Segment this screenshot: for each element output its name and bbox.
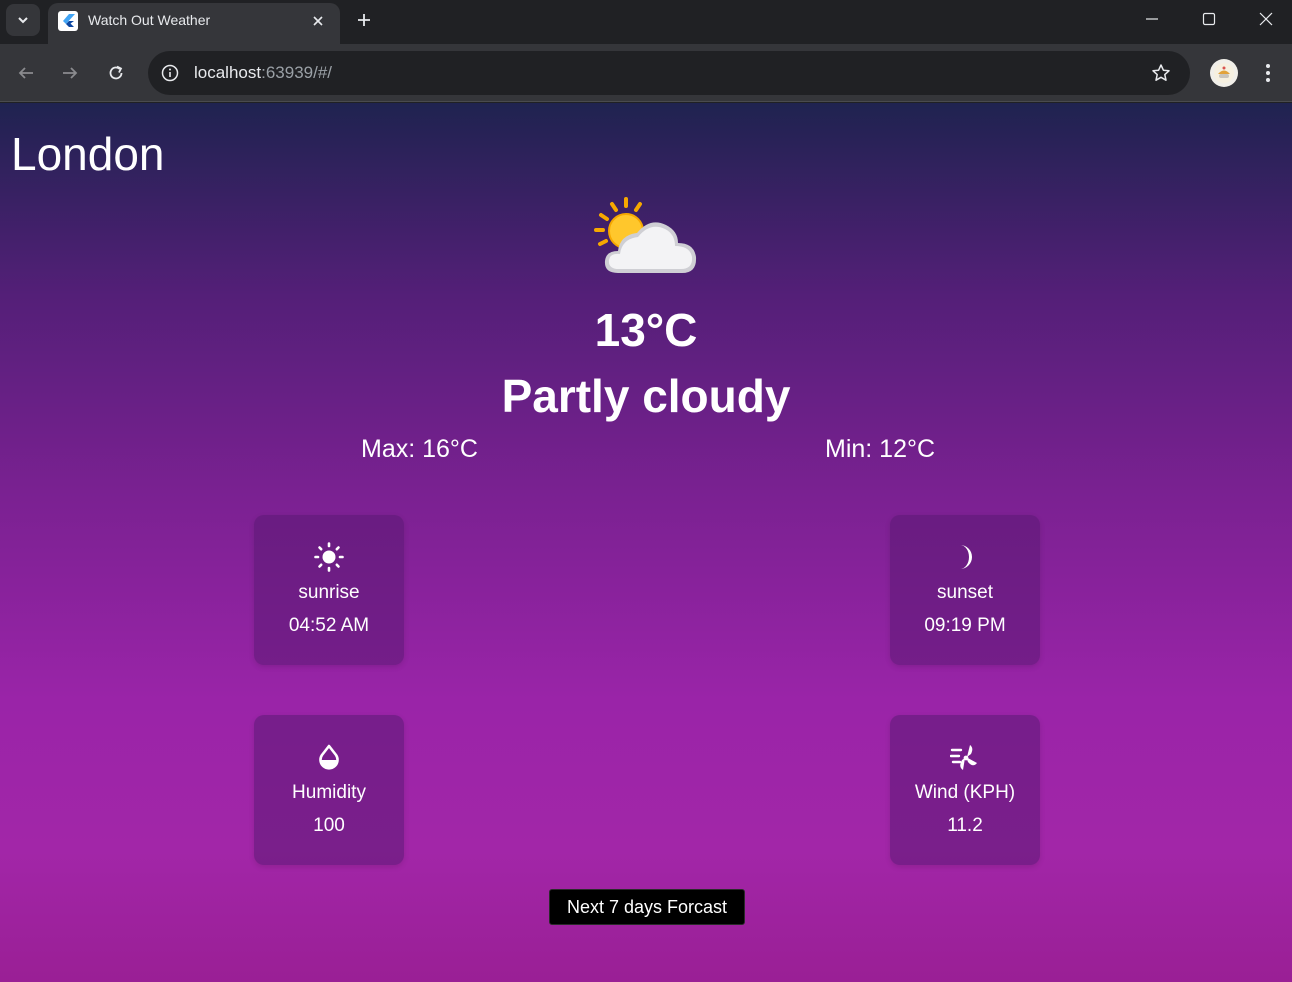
water-drop-icon: [319, 744, 339, 770]
current-temperature: 13°C: [594, 304, 698, 356]
close-icon: [313, 16, 323, 26]
wind-label: Wind (KPH): [914, 782, 1016, 803]
reload-icon: [109, 65, 123, 80]
humidity-card: Humidity 100: [254, 715, 404, 865]
maximize-icon: [1202, 12, 1216, 26]
url-path: :63939/#/: [261, 63, 333, 82]
browser-menu-button[interactable]: [1254, 58, 1282, 88]
max-temperature: Max: 16°C: [361, 435, 478, 463]
sunset-time: 09:19 PM: [924, 615, 1006, 636]
bookmark-star-icon[interactable]: [1148, 60, 1174, 86]
url-host: localhost: [194, 63, 262, 82]
weather-condition: Partly cloudy: [501, 370, 791, 422]
info-icon[interactable]: [158, 61, 182, 85]
reload-button[interactable]: [100, 57, 132, 89]
url-text[interactable]: localhost:63939/#/: [194, 63, 332, 83]
min-temperature: Min: 12°C: [825, 435, 936, 463]
minimize-icon: [1146, 18, 1158, 20]
close-icon: [1259, 12, 1273, 26]
forward-button[interactable]: [54, 57, 86, 89]
sunrise-time: 04:52 AM: [288, 615, 370, 636]
minimize-button[interactable]: [1124, 0, 1180, 38]
sunrise-label: sunrise: [298, 582, 360, 603]
wind-icon: [950, 745, 977, 770]
avatar-icon: [1214, 63, 1234, 83]
back-button[interactable]: [10, 57, 42, 89]
browser-toolbar: localhost:63939/#/: [0, 44, 1292, 102]
sunrise-card: sunrise 04:52 AM: [254, 515, 404, 665]
flutter-logo-icon: [58, 11, 78, 31]
next-7-days-forecast-button[interactable]: Next 7 days Forcast: [549, 889, 745, 925]
browser-tab[interactable]: Watch Out Weather: [48, 3, 340, 44]
plus-icon: [358, 14, 370, 26]
wind-speed: 11.2: [947, 815, 983, 836]
address-bar[interactable]: localhost:63939/#/: [148, 51, 1190, 95]
sunset-label: sunset: [937, 582, 993, 603]
wind-card: Wind (KPH) 11.2: [890, 715, 1040, 865]
humidity-label: Humidity: [292, 782, 366, 803]
more-vert-icon: [1266, 64, 1270, 82]
chevron-down-icon: [18, 17, 28, 24]
tab-close-button[interactable]: [306, 9, 330, 33]
partly-cloudy-icon: [594, 197, 697, 273]
sunset-card: sunset 09:19 PM: [890, 515, 1040, 665]
sun-icon: [314, 542, 344, 572]
maximize-button[interactable]: [1181, 0, 1237, 38]
browser-tab-bar: Watch Out Weather: [0, 0, 1292, 44]
city-name: London: [11, 128, 165, 180]
weather-app: London 13°C Partly cloudy Max: 16°C Min:…: [0, 103, 1292, 982]
tab-search-button[interactable]: [6, 4, 40, 36]
moon-icon: [960, 545, 972, 569]
arrow-right-icon: [63, 67, 78, 79]
arrow-left-icon: [18, 67, 33, 79]
profile-avatar[interactable]: [1210, 59, 1238, 87]
tab-title: Watch Out Weather: [88, 12, 211, 28]
new-tab-button[interactable]: [350, 6, 378, 34]
close-window-button[interactable]: [1238, 0, 1292, 38]
humidity-value: 100: [313, 815, 345, 836]
